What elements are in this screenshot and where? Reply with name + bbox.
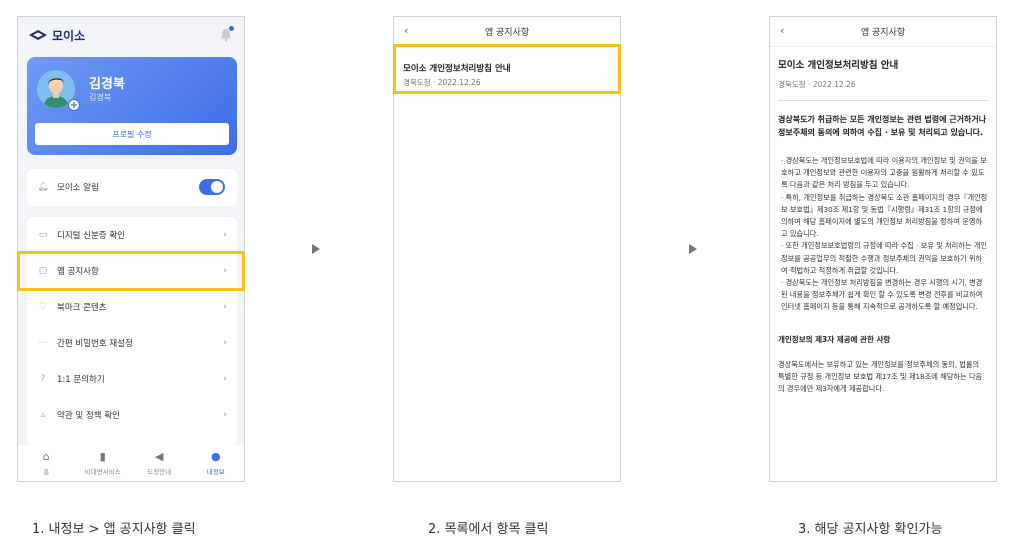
notice-detail-header: ‹ 앱 공지사항	[770, 17, 996, 47]
menu-item-policy[interactable]: ▵ 약관 및 정책 확인 ›	[27, 397, 237, 433]
notice-bullet: · 경상북도는 개인정보보호법에 따라 이용자의 개인정보 및 권익을 보호하고…	[781, 156, 987, 190]
highlight-notice-item	[393, 44, 621, 94]
top-bar: 모이소	[18, 17, 244, 53]
chevron-right-icon: ›	[223, 230, 227, 240]
back-icon[interactable]: ‹	[404, 24, 408, 37]
key-icon: ⋯	[38, 338, 48, 348]
section-title: 개인정보의 제3자 제공에 관한 사항	[778, 334, 891, 344]
nav-label: 홈	[43, 467, 50, 476]
heart-icon: ♡	[38, 302, 48, 312]
nav-label: 도정안내	[147, 467, 172, 476]
menu-item-label: 간편 비밀번호 재설정	[57, 339, 133, 349]
bell-outline-icon: 🔔︎	[37, 182, 49, 192]
nav-guide[interactable]: ◀ 도정안내	[131, 445, 188, 481]
policy-icon: ▵	[40, 410, 46, 420]
alarm-card: 🔔︎ 모이소 알림	[27, 169, 237, 206]
section-body: 경상북도에서는 보유하고 있는 개인정보를 정보주체의 동의, 법률의 특별한 …	[778, 359, 983, 394]
menu-item-label: 디지털 신분증 확인	[57, 231, 125, 241]
menu-item-inquiry[interactable]: ? 1:1 문의하기 ›	[27, 361, 237, 397]
back-icon[interactable]: ‹	[780, 24, 784, 37]
logo-text: 모이소	[52, 28, 86, 43]
profile-card: + 김경북 김경북 프로필 수정	[27, 57, 237, 155]
chevron-right-icon: ›	[223, 410, 227, 420]
phone-icon: ▮	[99, 449, 106, 463]
id-card-icon: ▭	[38, 230, 48, 240]
caption-step-2: 2. 목록에서 항목 클릭	[428, 522, 549, 537]
notice-bullet: · 특히, 개인정보를 취급하는 경상북도 소관 홈페이지의 경우『개인정보 보…	[781, 192, 988, 239]
edit-profile-button[interactable]: 프로필 수정	[35, 123, 229, 145]
caption-step-1: 1. 내정보 > 앱 공지사항 클릭	[32, 522, 196, 537]
notice-list-header: ‹ 앱 공지사항	[394, 17, 620, 47]
step-arrow-icon	[689, 244, 697, 254]
nav-label: 비대면서비스	[84, 467, 121, 476]
menu-item-label: 북마크 콘텐츠	[57, 303, 107, 313]
bottom-nav: ⌂ 홈 ▮ 비대면서비스 ◀ 도정안내 ● 내정보	[18, 445, 244, 481]
nav-label: 내정보	[206, 467, 225, 476]
notice-detail-body[interactable]: 모이소 개인정보처리방침 안내 경북도청 · 2022.12.26 경상북도가 …	[778, 51, 988, 481]
chevron-right-icon: ›	[223, 338, 227, 348]
screen-my-info: 모이소 + 김경북 김경북 프로필 수정 🔔︎ 모이소 알림 ▭ 디지털 신분증…	[17, 16, 245, 482]
person-icon: ●	[210, 449, 221, 463]
header-title: 앱 공지사항	[860, 28, 906, 38]
question-icon: ?	[40, 374, 46, 384]
alarm-toggle[interactable]	[199, 179, 225, 195]
menu-item-label: 1:1 문의하기	[57, 375, 105, 385]
notice-bullet: · 경상북도는 개인정보 처리방침을 변경하는 경우 시행의 시기, 변경된 내…	[781, 278, 983, 312]
notice-bullets: · 경상북도는 개인정보보호법에 따라 이용자의 개인정보 및 권익을 보호하고…	[778, 155, 988, 314]
highlight-app-notice	[17, 251, 245, 291]
notice-lead: 경상북도가 취급하는 모든 개인정보는 관련 법령에 근거하거나 정보주체의 동…	[778, 115, 987, 137]
notice-title: 모이소 개인정보처리방침 안내	[778, 60, 899, 71]
profile-name: 김경북	[89, 77, 125, 92]
menu-item-reset-password[interactable]: ⋯ 간편 비밀번호 재설정 ›	[27, 325, 237, 361]
header-title: 앱 공지사항	[484, 28, 530, 38]
notice-bullet: · 또한 개인정보보호법령의 규정에 따라 수집 · 보유 및 처리하는 개인정…	[781, 241, 987, 275]
step-arrow-icon	[312, 244, 320, 254]
screen-notice-detail: ‹ 앱 공지사항 모이소 개인정보처리방침 안내 경북도청 · 2022.12.…	[769, 16, 997, 482]
megaphone-icon: ◀	[155, 449, 164, 463]
notification-dot	[229, 26, 234, 31]
moiso-logo-icon	[28, 29, 48, 41]
menu-item-digital-id[interactable]: ▭ 디지털 신분증 확인 ›	[27, 217, 237, 253]
divider	[778, 100, 988, 101]
notice-meta: 경북도청 · 2022.12.26	[778, 80, 856, 89]
menu-item-label: 약관 및 정책 확인	[57, 411, 120, 421]
menu-item-bookmark[interactable]: ♡ 북마크 콘텐츠 ›	[27, 289, 237, 325]
chevron-right-icon: ›	[223, 374, 227, 384]
chevron-right-icon: ›	[223, 302, 227, 312]
nav-my-info[interactable]: ● 내정보	[188, 445, 245, 481]
home-icon: ⌂	[42, 449, 50, 463]
nav-home[interactable]: ⌂ 홈	[18, 445, 75, 481]
profile-subtitle: 김경북	[89, 93, 112, 102]
add-photo-icon[interactable]: +	[68, 99, 80, 111]
caption-step-3: 3. 해당 공지사항 확인가능	[798, 522, 943, 537]
nav-contactless[interactable]: ▮ 비대면서비스	[75, 445, 132, 481]
